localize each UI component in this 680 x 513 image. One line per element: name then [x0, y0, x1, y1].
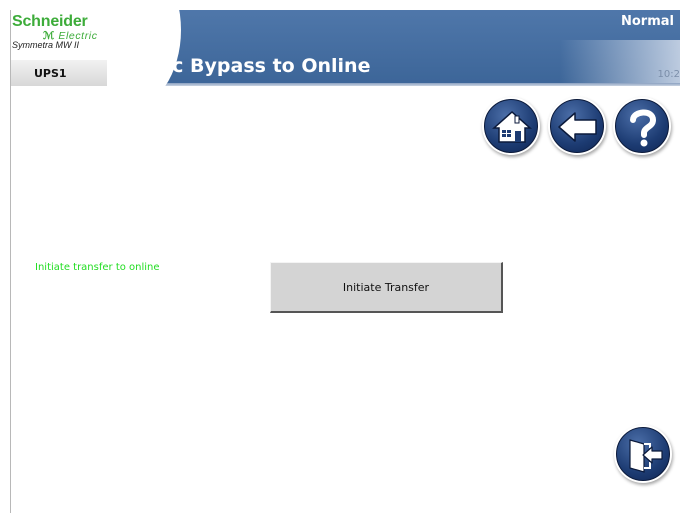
product-name: Symmetra MW II	[12, 40, 79, 50]
back-button[interactable]	[548, 97, 606, 155]
status-text: Normal	[621, 14, 674, 29]
help-button[interactable]	[613, 97, 671, 155]
page-title: Static Bypass to Online	[121, 55, 371, 77]
back-arrow-graphic	[558, 112, 597, 142]
home-icon	[484, 99, 538, 153]
exit-door-graphic	[629, 439, 663, 473]
initiate-transfer-label: Initiate Transfer	[342, 280, 430, 294]
brand-name: Schneider	[12, 13, 88, 30]
device-name: UPS1	[34, 67, 67, 80]
exit-button[interactable]	[614, 425, 672, 483]
header-bar: Schneider ℳ Electric Symmetra MW II UPS1…	[11, 0, 680, 110]
instruction-text: Initiate transfer to online	[35, 262, 160, 273]
clock-text: 10:2	[657, 69, 680, 80]
question-mark-graphic	[630, 109, 657, 147]
home-button[interactable]	[482, 97, 540, 155]
question-mark-icon	[615, 99, 669, 153]
exit-door-icon	[616, 427, 670, 481]
initiate-transfer-button[interactable]: Initiate Transfer	[270, 262, 503, 313]
logo-panel: Schneider ℳ Electric Symmetra MW II UPS1	[11, 10, 111, 86]
back-arrow-icon	[550, 99, 604, 153]
home-icon-graphic	[492, 110, 532, 143]
